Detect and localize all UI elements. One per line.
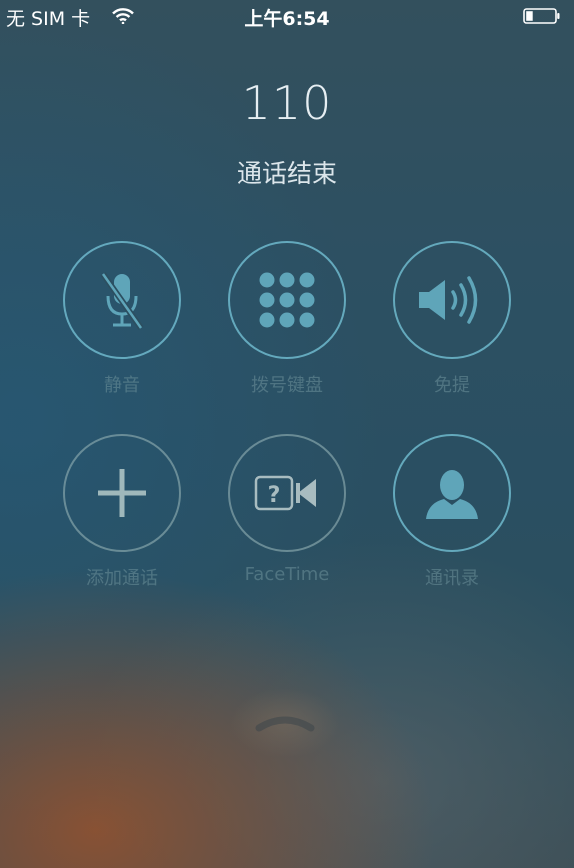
keypad-icon [259, 272, 315, 328]
call-status: 通话结束 [236, 159, 337, 188]
add-call-button[interactable]: 添加通话 [40, 434, 204, 604]
plus-icon [96, 467, 148, 519]
mute-button[interactable]: 静音 [40, 241, 204, 411]
mute-ring [63, 241, 181, 359]
speaker-ring [393, 241, 511, 359]
facetime-button[interactable]: ? FaceTime [205, 434, 369, 604]
contact-icon [424, 465, 480, 521]
facetime-ring: ? [228, 434, 346, 552]
keypad-button[interactable]: 拨号键盘 [205, 241, 369, 411]
add-call-label: 添加通话 [86, 568, 158, 589]
mute-label: 静音 [104, 375, 140, 396]
status-time: 上午6:54 [244, 8, 330, 30]
status-bar: 无 SIM 卡 上午6:54 [0, 0, 574, 34]
contacts-button[interactable]: 通讯录 [370, 434, 534, 604]
end-call-button[interactable] [230, 688, 340, 758]
battery-icon [523, 8, 561, 24]
speaker-button[interactable]: 免提 [370, 241, 534, 411]
speaker-label: 免提 [434, 375, 470, 396]
facetime-label: FaceTime [244, 564, 330, 585]
contacts-ring [393, 434, 511, 552]
call-number: 110 [241, 76, 333, 130]
add-call-ring [63, 434, 181, 552]
svg-text:?: ? [268, 483, 281, 508]
microphone-muted-icon [99, 270, 145, 330]
keypad-label: 拨号键盘 [251, 375, 323, 396]
keypad-ring [228, 241, 346, 359]
speaker-icon [417, 272, 487, 328]
contacts-label: 通讯录 [425, 568, 479, 589]
facetime-icon: ? [254, 473, 320, 513]
